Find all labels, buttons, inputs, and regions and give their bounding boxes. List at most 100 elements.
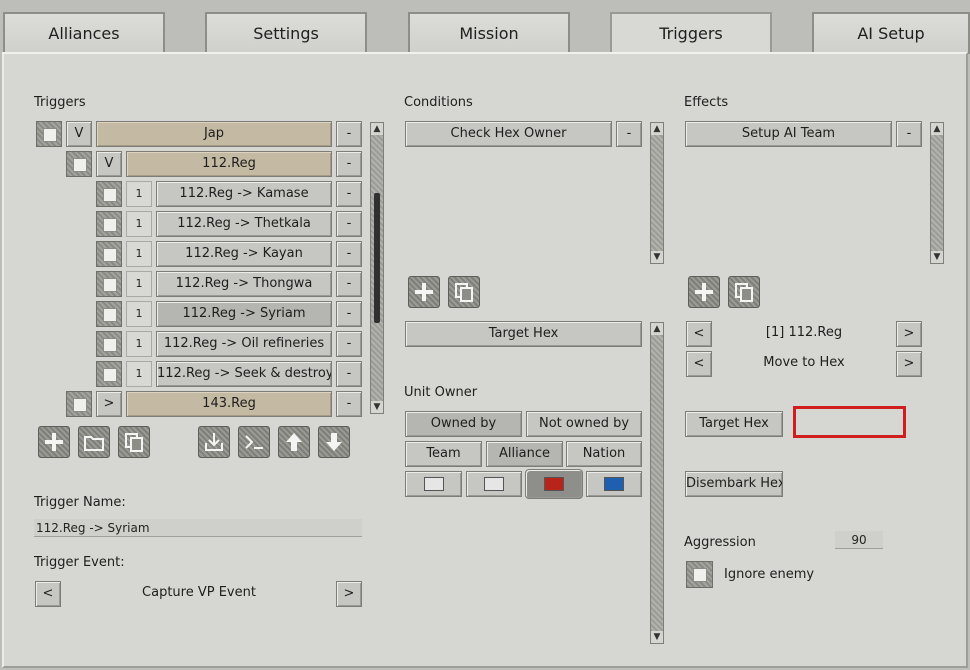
remove-button[interactable]: - [336,121,362,147]
add-folder-button[interactable] [78,426,110,458]
add-condition-button[interactable] [408,276,440,308]
tab-mission[interactable]: Mission [408,12,570,54]
remove-button[interactable]: - [336,301,362,327]
condition-item[interactable]: Check Hex Owner [405,121,612,147]
add-trigger-button[interactable] [38,426,70,458]
effects-heading: Effects [684,95,729,110]
import-button[interactable] [198,426,230,458]
copy-condition-button[interactable] [448,276,480,308]
trigger-name-input[interactable]: 112.Reg -> Syriam [34,519,362,537]
scroll-thumb[interactable] [374,193,380,323]
trigger-checkbox[interactable] [96,331,122,357]
nation-button[interactable]: Nation [566,441,642,467]
expand-toggle[interactable]: V [96,151,122,177]
expand-toggle[interactable]: > [96,391,122,417]
trigger-checkbox[interactable] [96,301,122,327]
script-button[interactable] [238,426,270,458]
alliance-option-2[interactable] [466,471,522,497]
remove-button[interactable]: - [336,331,362,357]
move-down-button[interactable] [318,426,350,458]
tab-settings[interactable]: Settings [205,12,367,54]
event-prev-button[interactable]: < [35,581,61,607]
owned-by-button[interactable]: Owned by [405,411,522,437]
script-icon [245,435,263,449]
effects-scrollbar[interactable]: ▲ ▼ [930,122,944,264]
move-up-button[interactable] [278,426,310,458]
remove-button[interactable]: - [336,211,362,237]
add-icon [45,433,63,451]
expand-toggle[interactable]: V [66,121,92,147]
trigger-group-jap[interactable]: Jap [96,121,332,147]
alliance-swatch-white [424,477,444,491]
trigger-group-112-reg[interactable]: 112.Reg [126,151,332,177]
team-next-button[interactable]: > [896,321,922,347]
team-button[interactable]: Team [405,441,482,467]
copy-icon [125,433,143,452]
team-selector-value: [1] 112.Reg [765,325,843,340]
trigger-item[interactable]: 112.Reg -> Oil refineries [156,331,332,357]
trigger-checkbox[interactable] [66,151,92,177]
trigger-item[interactable]: 112.Reg -> Thetkala [156,211,332,237]
effect-item[interactable]: Setup AI Team [685,121,892,147]
alliance-button[interactable]: Alliance [486,441,563,467]
action-prev-button[interactable]: < [686,351,712,377]
condition-detail-scrollbar[interactable]: ▲ ▼ [650,322,664,644]
trigger-group-143-reg[interactable]: 143.Reg [126,391,332,417]
trigger-checkbox[interactable] [66,391,92,417]
remove-button[interactable]: - [336,391,362,417]
trigger-item[interactable]: 112.Reg -> Kamase [156,181,332,207]
trigger-name-label: Trigger Name: [34,495,126,510]
not-owned-by-button[interactable]: Not owned by [526,411,642,437]
scroll-down-icon[interactable]: ▼ [651,631,663,643]
trigger-event-label: Trigger Event: [34,555,125,570]
trigger-checkbox[interactable] [96,361,122,387]
team-prev-button[interactable]: < [686,321,712,347]
arrow-down-icon [326,433,342,451]
trigger-item-selected[interactable]: 112.Reg -> Syriam [156,301,332,327]
scroll-down-icon[interactable]: ▼ [371,401,383,413]
scroll-down-icon[interactable]: ▼ [651,251,663,263]
conditions-scrollbar[interactable]: ▲ ▼ [650,122,664,264]
aggression-input[interactable]: 90 [835,531,883,549]
remove-button[interactable]: - [336,181,362,207]
add-icon [695,283,713,301]
remove-condition-button[interactable]: - [616,121,642,147]
effect-target-hex-button[interactable]: Target Hex [685,411,783,437]
tab-ai-setup[interactable]: AI Setup [812,12,970,54]
alliance-option-3-selected[interactable] [525,469,583,499]
remove-button[interactable]: - [336,241,362,267]
condition-target-hex-button[interactable]: Target Hex [405,321,642,347]
tab-alliances[interactable]: Alliances [3,12,165,54]
remove-button[interactable]: - [336,361,362,387]
trigger-item[interactable]: 112.Reg -> Kayan [156,241,332,267]
trigger-item[interactable]: 112.Reg -> Seek & destroy [156,361,332,387]
alliance-swatch-white [484,477,504,491]
alliance-option-1[interactable] [405,471,462,497]
scroll-up-icon[interactable]: ▲ [371,123,383,135]
ignore-enemy-checkbox[interactable] [686,561,713,588]
disembark-hex-button[interactable]: Disembark Hex [685,471,783,497]
trigger-item[interactable]: 112.Reg -> Thongwa [156,271,332,297]
alliance-option-4[interactable] [586,471,642,497]
triggers-scrollbar[interactable]: ▲ ▼ [370,122,384,414]
scroll-up-icon[interactable]: ▲ [931,123,943,135]
add-icon [415,283,433,301]
event-next-button[interactable]: > [336,581,362,607]
copy-effect-button[interactable] [728,276,760,308]
trigger-checkbox[interactable] [96,241,122,267]
trigger-checkbox[interactable] [96,271,122,297]
remove-button[interactable]: - [336,151,362,177]
action-next-button[interactable]: > [896,351,922,377]
scroll-down-icon[interactable]: ▼ [931,251,943,263]
import-icon [205,433,223,451]
copy-trigger-button[interactable] [118,426,150,458]
trigger-checkbox[interactable] [36,121,62,147]
add-effect-button[interactable] [688,276,720,308]
remove-effect-button[interactable]: - [896,121,922,147]
remove-button[interactable]: - [336,271,362,297]
trigger-checkbox[interactable] [96,211,122,237]
trigger-count: 1 [126,181,152,207]
scroll-up-icon[interactable]: ▲ [651,323,663,335]
scroll-up-icon[interactable]: ▲ [651,123,663,135]
trigger-checkbox[interactable] [96,181,122,207]
